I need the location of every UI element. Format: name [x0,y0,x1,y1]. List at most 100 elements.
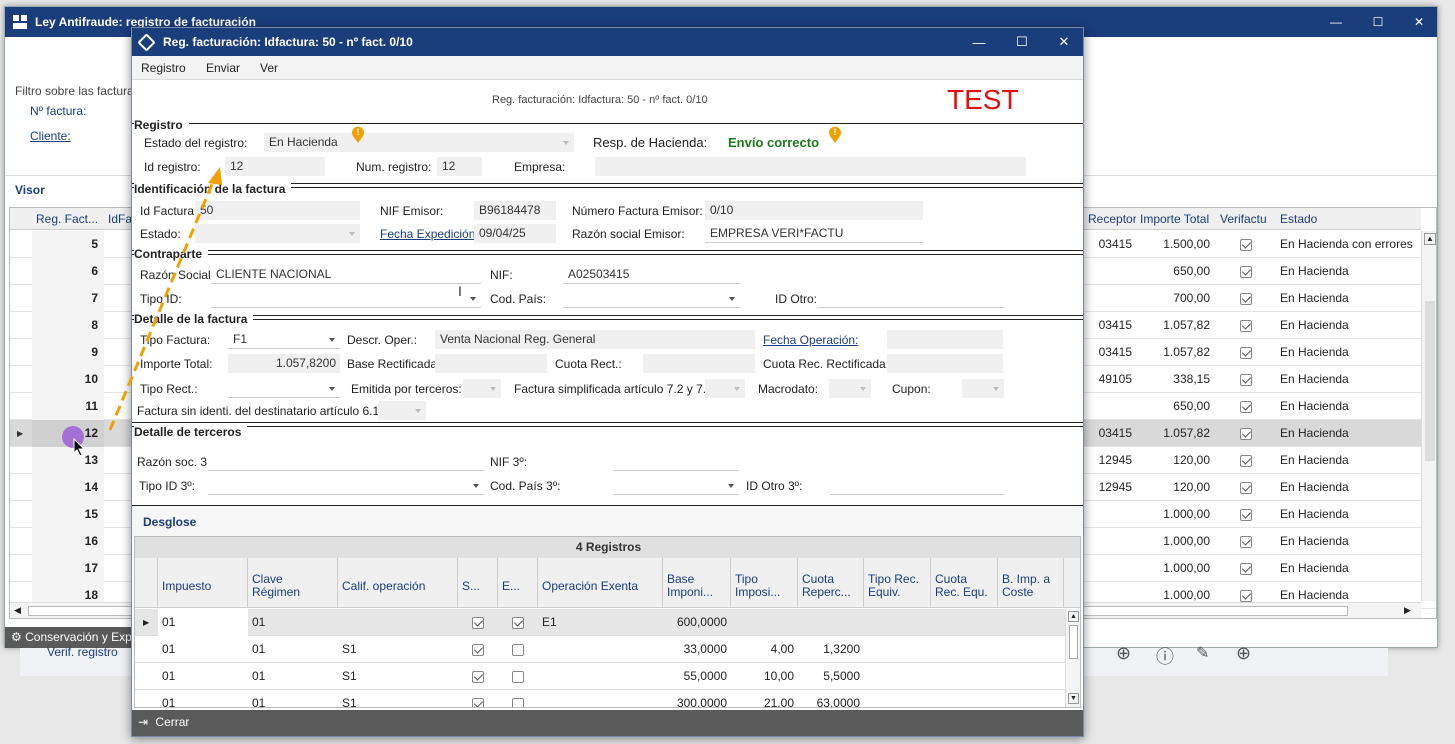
importe-total-field[interactable]: 1.057,8200 [228,354,340,373]
numfact-emisor-field[interactable]: 0/10 [705,201,923,220]
verifactu-checkbox[interactable] [1216,285,1276,312]
desglose-vscrollbar[interactable]: ▲ ▼ [1065,609,1080,707]
col-header-verifactu[interactable]: Verifactu [1216,208,1276,230]
importe-cell: 1.500,00 [1163,237,1210,251]
desglose-row[interactable]: 01 01 S1 300,0000 21,00 63,0000 [135,690,1065,707]
s-checkbox[interactable] [458,636,498,663]
col-header-1[interactable]: Clave Régimen [248,558,338,608]
sin-ident-select[interactable] [378,401,426,420]
nif-emisor-field[interactable]: B96184478 [474,201,556,220]
cerrar-button[interactable]: ⇥ Cerrar [138,715,189,729]
col-header-7[interactable]: Tipo Imposi... [731,558,798,608]
nif-3-field[interactable] [613,452,739,471]
col-header-6[interactable]: Base Imponi... [663,558,731,608]
verifactu-checkbox[interactable] [1216,447,1276,474]
s-checkbox[interactable] [458,690,498,707]
estado-registro-label: Estado del registro: [144,136,248,150]
desglose-row[interactable]: ▶ 01 01 E1 600,0000 [135,609,1065,636]
col-header-9[interactable]: Tipo Rec. Equiv. [864,558,931,608]
tipo-factura-select[interactable]: F1 [228,330,340,349]
receptor-cell: 03415 [1098,318,1132,332]
col-header-8[interactable]: Cuota Reperc... [798,558,864,608]
verifactu-checkbox[interactable] [1216,312,1276,339]
add-circle-icon[interactable]: ⊕ [1116,643,1131,664]
col-header-5[interactable]: Operación Exenta [538,558,663,608]
tipo-id-select[interactable] [211,289,481,308]
empresa-field[interactable] [595,157,1026,176]
cupon-select[interactable] [962,379,1004,398]
col-header-receptor[interactable]: Receptor [1084,208,1137,230]
desglose-row[interactable]: 01 01 S1 55,0000 10,00 5,5000 [135,663,1065,690]
col-header-importe[interactable]: Importe Total [1136,208,1216,230]
num-registro-field[interactable]: 12 [437,157,482,176]
razon-emisor-field[interactable]: EMPRESA VERI*FACTU [705,224,923,243]
verifactu-checkbox[interactable] [1216,258,1276,285]
razon-social-field[interactable]: CLIENTE NACIONAL [211,265,481,284]
dialog-maximize-icon[interactable]: ☐ [1001,28,1043,56]
tipo-id-3-select[interactable] [208,476,484,495]
dialog-close-icon[interactable]: ✕ [1043,28,1085,56]
fecha-expedicion-field[interactable]: 09/04/25 [474,224,556,243]
add-icon[interactable]: ⊕ [1236,643,1251,664]
verifactu-checkbox[interactable] [1216,501,1276,528]
id-registro-field[interactable]: 12 [225,157,325,176]
menu-registro[interactable]: Registro [141,61,186,75]
e-checkbox[interactable] [498,663,538,690]
factura-simplificada-select[interactable] [705,379,745,398]
fecha-operacion-field[interactable] [887,330,1003,349]
estado-registro-select[interactable]: En Hacienda [264,133,574,152]
close-icon[interactable]: ✕ [1399,7,1439,37]
nif-field[interactable]: A02503415 [563,265,740,284]
menu-enviar[interactable]: Enviar [206,61,240,75]
id-otro-field[interactable] [817,289,1004,308]
cuota-rec-field[interactable] [887,354,1003,373]
edit-icon[interactable]: ✎ [1196,643,1209,663]
minimize-icon[interactable]: — [1316,7,1356,37]
cliente-link[interactable]: Cliente: [30,129,71,143]
col-header-3[interactable]: S... [458,558,498,608]
reg-cell: 7 [32,285,104,312]
dialog-minimize-icon[interactable]: — [958,28,1000,56]
razon-soc-3-field[interactable] [208,452,484,471]
reg-cell: 15 [32,501,104,528]
e-checkbox[interactable] [498,690,538,707]
macrodato-select[interactable] [829,379,871,398]
receptor-cell [1084,285,1136,312]
tipo-rect-select[interactable] [228,379,340,398]
verifactu-checkbox[interactable] [1216,366,1276,393]
col-header-10[interactable]: Cuota Rec. Equ. [931,558,998,608]
maximize-icon[interactable]: ☐ [1358,7,1398,37]
col-header-11[interactable]: B. Imp. a Coste [998,558,1064,608]
e-checkbox[interactable] [498,636,538,663]
nif-3-label: NIF 3º: [490,455,528,469]
verifactu-checkbox[interactable] [1216,474,1276,501]
verifactu-checkbox[interactable] [1216,231,1276,258]
fecha-operacion-link[interactable]: Fecha Operación: [763,333,858,347]
col-header-reg[interactable]: Reg. Fact... [32,208,104,230]
verifactu-checkbox[interactable] [1216,339,1276,366]
base-rectificada-field[interactable] [435,354,547,373]
col-header-4[interactable]: E... [498,558,538,608]
fecha-expedicion-link[interactable]: Fecha Expedición [380,227,475,241]
cod-pais-select[interactable] [563,289,740,308]
col-header-0[interactable]: Impuesto [158,558,248,608]
info-icon[interactable]: ⓘ [1156,643,1174,669]
menu-ver[interactable]: Ver [260,61,278,75]
verifactu-checkbox[interactable] [1216,528,1276,555]
id-otro-3-field[interactable] [830,476,1004,495]
s-checkbox[interactable] [458,609,498,636]
col-header-2[interactable]: Calif. operación [338,558,458,608]
descr-oper-field[interactable]: Venta Nacional Reg. General [435,330,755,349]
cuota-rect-field[interactable] [643,354,755,373]
col-header-estado[interactable]: Estado [1276,208,1421,230]
emitida-terceros-select[interactable] [463,379,501,398]
s-checkbox[interactable] [458,663,498,690]
e-checkbox[interactable] [498,609,538,636]
verifactu-checkbox[interactable] [1216,555,1276,582]
desglose-row[interactable]: 01 01 S1 33,0000 4,00 1,3200 [135,636,1065,663]
impuesto-cell: 01 [162,642,176,656]
cod-pais-3-select[interactable] [613,476,739,495]
verifactu-checkbox[interactable] [1216,420,1276,447]
verifactu-checkbox[interactable] [1216,393,1276,420]
grid-vscrollbar[interactable]: ▲ [1421,231,1436,601]
